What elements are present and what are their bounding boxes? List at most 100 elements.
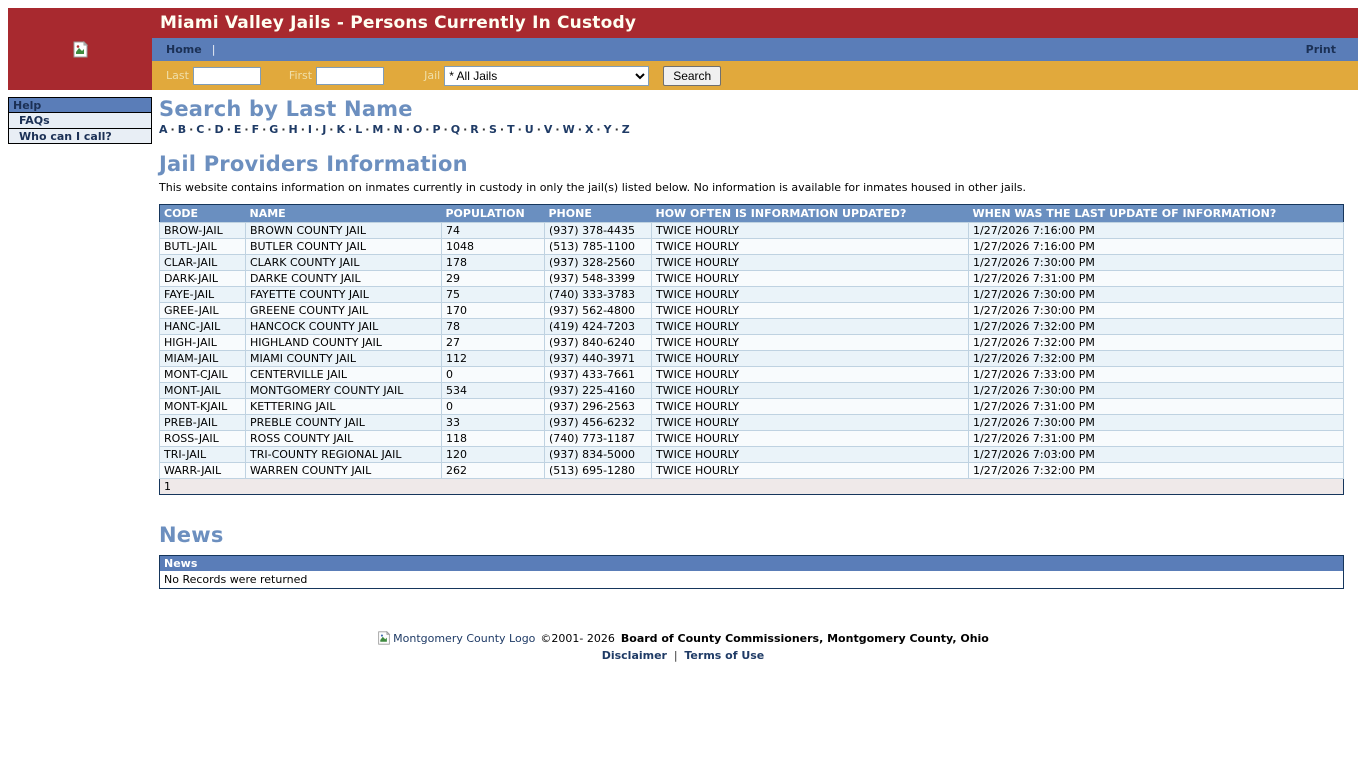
- letter-link-j[interactable]: J: [322, 123, 326, 136]
- letter-separator: ·: [365, 123, 369, 136]
- cell-update-frequency: TWICE HOURLY: [652, 239, 969, 255]
- broken-image-icon: [377, 631, 391, 645]
- jail-select[interactable]: * All Jails: [444, 66, 649, 86]
- cell-update-frequency: TWICE HOURLY: [652, 223, 969, 239]
- footer-links-line: Disclaimer | Terms of Use: [8, 649, 1358, 662]
- letter-link-i[interactable]: I: [308, 123, 312, 136]
- search-bar: Last First Jail * All Jails Search: [152, 61, 1358, 90]
- letter-separator: ·: [315, 123, 319, 136]
- cell-code: PREB-JAIL: [160, 415, 246, 431]
- news-heading: News: [159, 523, 1344, 547]
- letter-link-q[interactable]: Q: [451, 123, 460, 136]
- cell-population: 29: [442, 271, 545, 287]
- cell-name: BUTLER COUNTY JAIL: [246, 239, 442, 255]
- table-row: PREB-JAILPREBLE COUNTY JAIL33(937) 456-6…: [160, 415, 1344, 431]
- cell-update-frequency: TWICE HOURLY: [652, 335, 969, 351]
- letter-separator: ·: [227, 123, 231, 136]
- letter-link-a[interactable]: A: [159, 123, 168, 136]
- cell-last-update: 1/27/2026 7:16:00 PM: [969, 239, 1344, 255]
- cell-last-update: 1/27/2026 7:30:00 PM: [969, 303, 1344, 319]
- letter-separator: ·: [518, 123, 522, 136]
- letter-link-p[interactable]: P: [432, 123, 440, 136]
- letter-link-m[interactable]: M: [372, 123, 383, 136]
- sidebar-item-faqs[interactable]: FAQs: [9, 113, 151, 128]
- column-header-code: CODE: [160, 205, 246, 223]
- news-block: News News No Records were returned: [159, 523, 1344, 589]
- letter-link-v[interactable]: V: [544, 123, 553, 136]
- letter-separator: ·: [482, 123, 486, 136]
- cell-update-frequency: TWICE HOURLY: [652, 383, 969, 399]
- letter-link-s[interactable]: S: [489, 123, 497, 136]
- letter-separator: ·: [329, 123, 333, 136]
- cell-last-update: 1/27/2026 7:32:00 PM: [969, 351, 1344, 367]
- cell-population: 0: [442, 367, 545, 383]
- column-header-name: NAME: [246, 205, 442, 223]
- cell-last-update: 1/27/2026 7:30:00 PM: [969, 415, 1344, 431]
- cell-population: 75: [442, 287, 545, 303]
- cell-phone: (937) 562-4800: [545, 303, 652, 319]
- letter-link-d[interactable]: D: [215, 123, 224, 136]
- cell-phone: (740) 333-3783: [545, 287, 652, 303]
- nav-separator: |: [212, 43, 216, 56]
- letter-link-n[interactable]: N: [394, 123, 403, 136]
- cell-phone: (937) 440-3971: [545, 351, 652, 367]
- letter-link-g[interactable]: G: [269, 123, 278, 136]
- body-row: Help FAQs Who can I call? Search by Last…: [8, 97, 1358, 589]
- letter-link-l[interactable]: L: [355, 123, 362, 136]
- cell-population: 27: [442, 335, 545, 351]
- letter-link-u[interactable]: U: [525, 123, 534, 136]
- cell-last-update: 1/27/2026 7:30:00 PM: [969, 255, 1344, 271]
- letter-link-r[interactable]: R: [470, 123, 478, 136]
- first-name-input[interactable]: [316, 67, 384, 85]
- letter-link-y[interactable]: Y: [604, 123, 612, 136]
- search-button[interactable]: Search: [663, 66, 721, 86]
- letter-link-f[interactable]: F: [252, 123, 260, 136]
- column-header-last-update: WHEN WAS THE LAST UPDATE OF INFORMATION?: [969, 205, 1344, 223]
- letter-link-e[interactable]: E: [234, 123, 242, 136]
- cell-update-frequency: TWICE HOURLY: [652, 351, 969, 367]
- news-column-header: News: [160, 556, 1344, 572]
- cell-population: 112: [442, 351, 545, 367]
- letter-link-c[interactable]: C: [196, 123, 204, 136]
- letter-link-b[interactable]: B: [178, 123, 186, 136]
- cell-update-frequency: TWICE HOURLY: [652, 303, 969, 319]
- pager-page-1-link[interactable]: 1: [164, 480, 171, 493]
- table-row: MONT-JAILMONTGOMERY COUNTY JAIL534(937) …: [160, 383, 1344, 399]
- table-row: DARK-JAILDARKE COUNTY JAIL29(937) 548-33…: [160, 271, 1344, 287]
- cell-name: HANCOCK COUNTY JAIL: [246, 319, 442, 335]
- table-row: HANC-JAILHANCOCK COUNTY JAIL78(419) 424-…: [160, 319, 1344, 335]
- cell-code: BROW-JAIL: [160, 223, 246, 239]
- table-row: ROSS-JAILROSS COUNTY JAIL118(740) 773-11…: [160, 431, 1344, 447]
- cell-name: MIAMI COUNTY JAIL: [246, 351, 442, 367]
- jail-label: Jail: [424, 69, 440, 82]
- cell-population: 120: [442, 447, 545, 463]
- nav-home-link[interactable]: Home: [166, 43, 202, 56]
- terms-of-use-link[interactable]: Terms of Use: [684, 649, 764, 662]
- letter-link-z[interactable]: Z: [622, 123, 630, 136]
- cell-code: DARK-JAIL: [160, 271, 246, 287]
- table-row: MONT-CJAILCENTERVILLE JAIL0(937) 433-766…: [160, 367, 1344, 383]
- letter-link-o[interactable]: O: [413, 123, 422, 136]
- cell-phone: (419) 424-7203: [545, 319, 652, 335]
- cell-phone: (937) 456-6232: [545, 415, 652, 431]
- news-header-row: News: [160, 556, 1344, 572]
- disclaimer-link[interactable]: Disclaimer: [602, 649, 667, 662]
- sidebar-item-who-can-i-call[interactable]: Who can I call?: [9, 128, 151, 143]
- cell-name: KETTERING JAIL: [246, 399, 442, 415]
- letter-separator: ·: [348, 123, 352, 136]
- cell-phone: (513) 695-1280: [545, 463, 652, 479]
- letter-link-t[interactable]: T: [507, 123, 515, 136]
- letter-link-w[interactable]: W: [563, 123, 575, 136]
- cell-code: MIAM-JAIL: [160, 351, 246, 367]
- news-empty-row: No Records were returned: [160, 571, 1344, 589]
- nav-print-link[interactable]: Print: [1306, 43, 1336, 56]
- sidebar: Help FAQs Who can I call?: [8, 97, 152, 144]
- letter-link-x[interactable]: X: [585, 123, 593, 136]
- letter-link-h[interactable]: H: [289, 123, 298, 136]
- last-name-input[interactable]: [193, 67, 261, 85]
- letter-separator: ·: [244, 123, 248, 136]
- cell-last-update: 1/27/2026 7:30:00 PM: [969, 383, 1344, 399]
- letter-link-k[interactable]: K: [336, 123, 345, 136]
- sidebar-header: Help: [9, 98, 151, 113]
- letter-separator: ·: [444, 123, 448, 136]
